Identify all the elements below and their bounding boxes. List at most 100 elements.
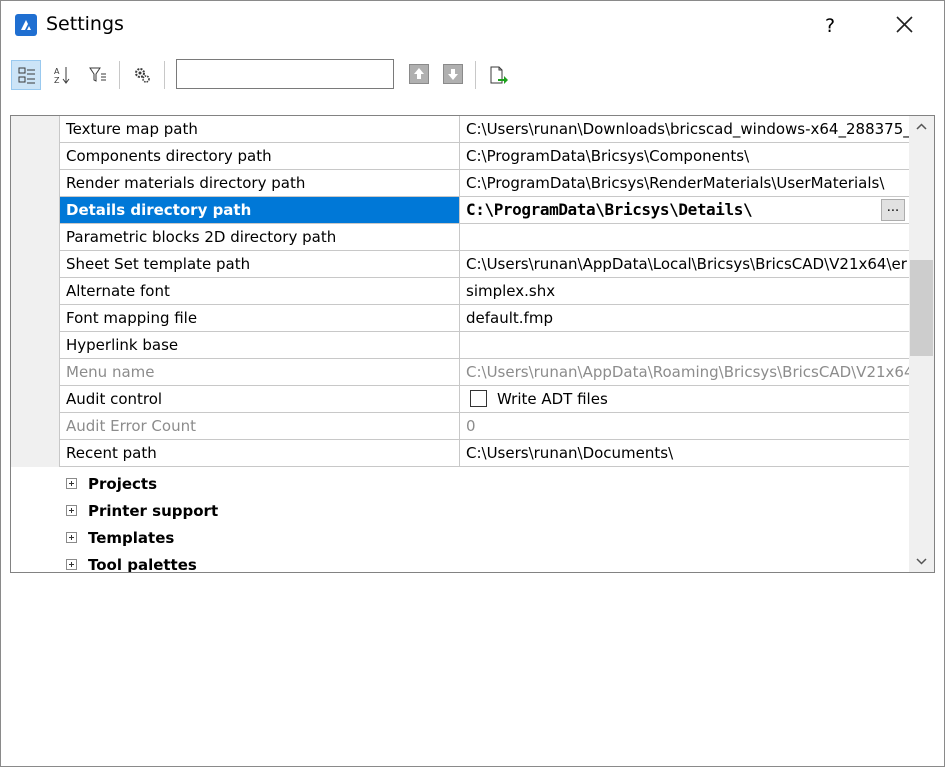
property-row-render-materials-directory-path[interactable]: Render materials directory path C:\Progr…	[11, 170, 909, 197]
toolbar-separator	[119, 61, 120, 89]
export-button[interactable]	[483, 60, 513, 90]
settings-gear-button[interactable]	[127, 60, 157, 90]
scrollbar-thumb[interactable]	[910, 260, 933, 356]
property-name: Parametric blocks 2D directory path	[59, 224, 460, 251]
expand-icon[interactable]	[66, 505, 77, 516]
row-gutter	[11, 413, 59, 440]
row-gutter	[11, 386, 59, 413]
toolbar-separator	[475, 61, 476, 89]
property-name: Texture map path	[59, 116, 460, 143]
category-label: Printer support	[88, 502, 219, 520]
chevron-up-icon	[916, 123, 927, 130]
property-row-components-directory-path[interactable]: Components directory path C:\ProgramData…	[11, 143, 909, 170]
filter-button[interactable]	[83, 60, 113, 90]
property-value[interactable]: simplex.shx	[460, 278, 909, 305]
property-value[interactable]: default.fmp	[460, 305, 909, 332]
move-down-button[interactable]	[439, 60, 469, 90]
property-row-font-mapping-file[interactable]: Font mapping file default.fmp	[11, 305, 909, 332]
vertical-scrollbar[interactable]	[909, 116, 934, 572]
scroll-up-button[interactable]	[909, 116, 934, 138]
row-gutter	[11, 143, 59, 170]
bricscad-logo-icon	[15, 14, 37, 36]
property-value[interactable]: C:\ProgramData\Bricsys\Components\	[460, 143, 909, 170]
checkbox-label[interactable]: Write ADT files	[497, 390, 608, 408]
property-value[interactable]	[460, 332, 909, 359]
arrow-down-icon	[443, 64, 463, 84]
property-row-details-directory-path[interactable]: Details directory path C:\ProgramData\Br…	[11, 197, 909, 224]
property-name: Menu name	[59, 359, 460, 386]
row-gutter	[11, 359, 59, 386]
property-row-recent-path[interactable]: Recent path C:\Users\runan\Documents\	[11, 440, 909, 467]
property-row-alternate-font[interactable]: Alternate font simplex.shx	[11, 278, 909, 305]
property-grid: Texture map path C:\Users\runan\Download…	[10, 115, 935, 573]
property-row-hyperlink-base[interactable]: Hyperlink base	[11, 332, 909, 359]
property-row-audit-control[interactable]: Audit control Write ADT files	[11, 386, 909, 413]
expand-icon[interactable]	[66, 532, 77, 543]
toolbar-separator	[164, 61, 165, 89]
categorized-view-icon	[18, 67, 35, 84]
property-name: Hyperlink base	[59, 332, 460, 359]
property-value[interactable]: C:\Users\runan\AppData\Local\Bricsys\Bri…	[460, 251, 909, 278]
expand-icon[interactable]	[66, 478, 77, 489]
category-tool-palettes[interactable]: Tool palettes	[11, 552, 909, 573]
categorized-view-button[interactable]	[11, 60, 41, 90]
property-name: Render materials directory path	[59, 170, 460, 197]
row-gutter	[11, 170, 59, 197]
svg-text:Z: Z	[54, 76, 60, 84]
category-label: Templates	[88, 529, 175, 547]
property-name: Sheet Set template path	[59, 251, 460, 278]
property-value[interactable]	[460, 224, 909, 251]
property-value-editor[interactable]: C:\ProgramData\Bricsys\Details\	[460, 197, 909, 224]
row-gutter	[11, 278, 59, 305]
property-row-audit-error-count: Audit Error Count 0	[11, 413, 909, 440]
property-value: C:\Users\runan\AppData\Roaming\Bricsys\B…	[460, 359, 909, 386]
export-icon	[490, 66, 508, 84]
row-gutter	[11, 332, 59, 359]
row-gutter	[11, 224, 59, 251]
toolbar: A Z	[1, 57, 944, 95]
settings-window: Settings ? A Z Texture map path C:\Users…	[0, 0, 945, 767]
property-name: Components directory path	[59, 143, 460, 170]
category-printer-support[interactable]: Printer support	[11, 498, 909, 525]
svg-text:A: A	[54, 67, 60, 76]
row-gutter	[11, 440, 59, 467]
search-input[interactable]	[176, 59, 394, 89]
write-adt-files-checkbox[interactable]	[470, 390, 487, 407]
property-value[interactable]: C:\ProgramData\Bricsys\Details\	[466, 200, 753, 219]
property-name: Audit Error Count	[59, 413, 460, 440]
settings-gear-icon	[135, 68, 150, 83]
property-row-parametric-blocks-2d-directory-path[interactable]: Parametric blocks 2D directory path	[11, 224, 909, 251]
property-row-sheet-set-template-path[interactable]: Sheet Set template path C:\Users\runan\A…	[11, 251, 909, 278]
title-bar: Settings ?	[1, 1, 944, 51]
arrow-up-icon	[409, 64, 429, 84]
property-value: 0	[460, 413, 909, 440]
sort-alphabetical-button[interactable]: A Z	[47, 60, 77, 90]
property-name: Font mapping file	[59, 305, 460, 332]
row-gutter	[11, 116, 59, 143]
property-row-texture-map-path[interactable]: Texture map path C:\Users\runan\Download…	[11, 116, 909, 143]
window-title: Settings	[46, 13, 124, 35]
browse-button[interactable]: ...	[881, 199, 905, 221]
chevron-down-icon	[916, 558, 927, 565]
category-label: Projects	[88, 475, 158, 493]
scroll-down-button[interactable]	[909, 550, 934, 572]
property-name: Audit control	[59, 386, 460, 413]
category-label: Tool palettes	[88, 556, 197, 573]
help-button[interactable]: ?	[813, 9, 847, 43]
sort-alphabetical-icon: A Z	[54, 67, 70, 84]
close-button[interactable]	[883, 9, 925, 43]
property-value[interactable]: C:\ProgramData\Bricsys\RenderMaterials\U…	[460, 170, 909, 197]
row-gutter	[11, 197, 59, 224]
category-projects[interactable]: Projects	[11, 471, 909, 498]
category-templates[interactable]: Templates	[11, 525, 909, 552]
property-value: Write ADT files	[460, 386, 909, 413]
property-value[interactable]: C:\Users\runan\Documents\	[460, 440, 909, 467]
property-name: Recent path	[59, 440, 460, 467]
expand-icon[interactable]	[66, 559, 77, 570]
property-name: Details directory path	[59, 197, 460, 224]
filter-icon	[89, 67, 106, 82]
property-value[interactable]: C:\Users\runan\Downloads\bricscad_window…	[460, 116, 909, 143]
move-up-button[interactable]	[405, 60, 435, 90]
close-icon	[896, 16, 913, 33]
property-name: Alternate font	[59, 278, 460, 305]
